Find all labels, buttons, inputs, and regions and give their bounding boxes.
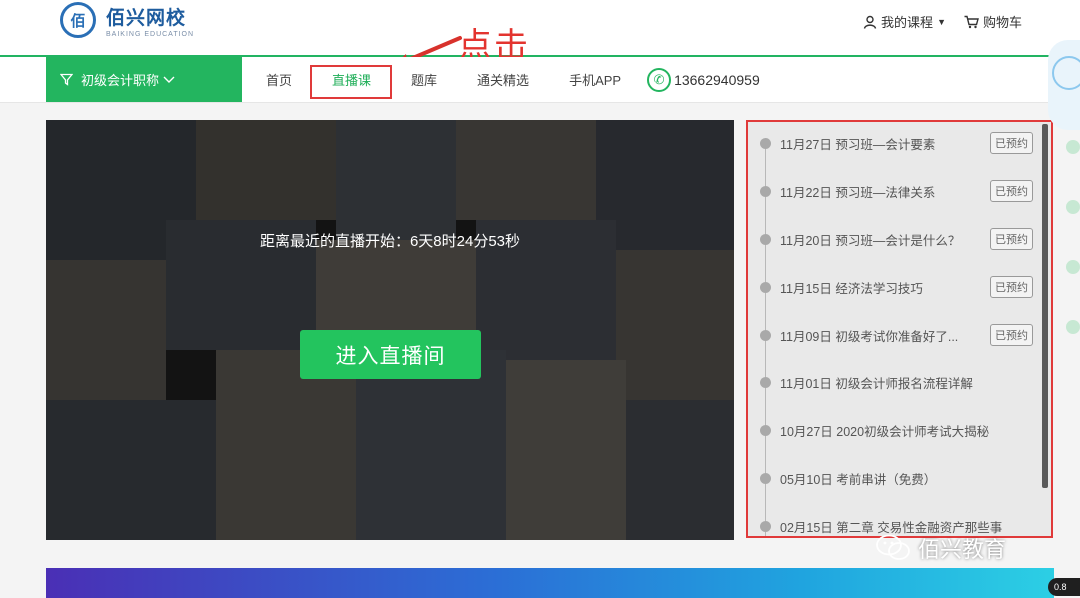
hotline: ✆ 13662940959: [647, 67, 760, 92]
side-tool-icon[interactable]: [1066, 200, 1080, 214]
floating-service-widget[interactable]: [1048, 40, 1080, 130]
side-tool-icon[interactable]: [1066, 260, 1080, 274]
timeline-dot: [760, 520, 771, 532]
my-courses-label: 我的课程: [881, 15, 934, 30]
timeline-dot: [760, 185, 771, 197]
schedule-item[interactable]: 11月15日 经济法学习技巧 已预约: [748, 263, 1048, 311]
cart-link[interactable]: 购物车: [964, 12, 1022, 31]
timeline-dot: [760, 472, 771, 484]
timeline-dot: [760, 281, 771, 293]
schedule-item[interactable]: 10月27日 2020初级会计师考试大揭秘: [748, 406, 1048, 454]
cart-label: 购物车: [982, 15, 1022, 30]
enter-live-room-button[interactable]: 进入直播间: [300, 330, 481, 379]
speed-indicator: 0.8: [1048, 578, 1080, 596]
reserved-badge[interactable]: 已预约: [990, 132, 1033, 154]
main-nav: 初级会计职称 首页 直播课 题库 通关精选 手机APP ✆ 1366294095…: [0, 57, 1080, 103]
schedule-item[interactable]: 11月20日 预习班—会计是什么？ 已预约: [748, 215, 1048, 263]
user-icon: [863, 15, 877, 29]
wechat-watermark: 佰兴教育: [876, 532, 1006, 564]
phone-icon: ✆: [647, 67, 672, 92]
nav-item-selected[interactable]: 通关精选: [457, 57, 549, 102]
category-label: 初级会计职称: [81, 73, 160, 88]
logo-subtitle: BAIKING EDUCATION: [106, 30, 195, 38]
watermark-text: 佰兴教育: [918, 537, 1007, 562]
hotline-number: 13662940959: [674, 71, 760, 88]
reserved-badge[interactable]: 已预约: [990, 276, 1033, 298]
site-logo[interactable]: 佰 佰兴网校 BAIKING EDUCATION: [60, 2, 194, 38]
reserved-badge[interactable]: 已预约: [990, 228, 1033, 250]
side-tool-icon[interactable]: [1066, 320, 1080, 334]
schedule-item[interactable]: 11月22日 预习班—法律关系 已预约: [748, 167, 1048, 215]
timeline-dot: [760, 137, 771, 149]
live-schedule-list: 11月27日 预习班—会计要素 已预约 11月22日 预习班—法律关系 已预约 …: [746, 120, 1053, 538]
live-video-panel: 距离最近的直播开始：6天8时24分53秒 进入直播间: [46, 120, 734, 540]
service-avatar-icon: [1052, 56, 1080, 90]
caret-down-icon: ▼: [937, 16, 946, 27]
schedule-item[interactable]: 11月09日 初级考试你准备好了... 已预约: [748, 311, 1048, 359]
my-courses-menu[interactable]: 我的课程 ▼: [863, 12, 946, 31]
schedule-item[interactable]: 11月27日 预习班—会计要素 已预约: [748, 122, 1048, 167]
cart-icon: [964, 15, 979, 28]
timeline-dot: [760, 329, 771, 341]
live-countdown: 距离最近的直播开始：6天8时24分53秒: [259, 233, 521, 250]
logo-badge-icon: 佰: [60, 2, 96, 38]
logo-title: 佰兴网校: [106, 6, 187, 29]
category-dropdown[interactable]: 初级会计职称: [46, 57, 242, 102]
reserved-badge[interactable]: 已预约: [990, 180, 1033, 202]
chevron-down-icon: [163, 76, 175, 83]
top-header: 佰 佰兴网校 BAIKING EDUCATION 我的课程 ▼ 购物车: [0, 0, 1080, 56]
wechat-icon: [876, 534, 910, 560]
schedule-item[interactable]: 05月10日 考前串讲（免费）: [748, 454, 1048, 502]
schedule-item[interactable]: 11月01日 初级会计师报名流程详解: [748, 358, 1048, 406]
nav-item-home[interactable]: 首页: [246, 57, 312, 102]
filter-icon: [60, 73, 73, 86]
nav-item-question-bank[interactable]: 题库: [391, 57, 457, 102]
side-tool-icon[interactable]: [1066, 140, 1080, 154]
reserved-badge[interactable]: 已预约: [990, 324, 1033, 346]
timeline-dot: [760, 233, 771, 245]
nav-item-mobile-app[interactable]: 手机APP: [549, 57, 641, 102]
timeline-dot: [760, 424, 771, 436]
timeline-dot: [760, 376, 771, 388]
promo-banner[interactable]: [46, 568, 1054, 598]
annotation-highlight-box: [310, 65, 392, 99]
